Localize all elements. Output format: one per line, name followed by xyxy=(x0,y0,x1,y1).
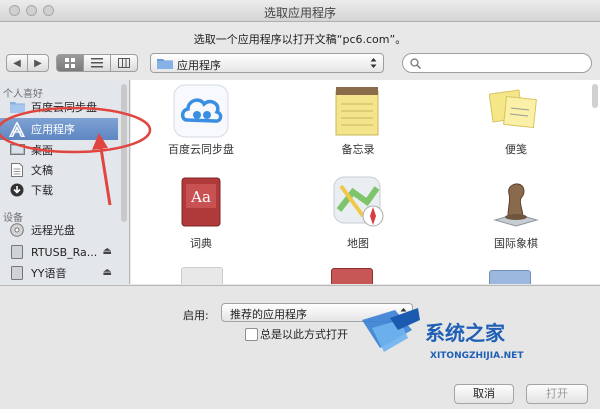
applications-grid: 百度云同步盘 备忘录 便笺 Aa 词典 地图 国际象棋 xyxy=(131,80,600,284)
chevron-updown-icon xyxy=(400,308,407,318)
enable-select[interactable]: 推荐的应用程序 xyxy=(221,303,413,322)
enable-select-value: 推荐的应用程序 xyxy=(230,308,307,321)
grid-icon xyxy=(65,58,75,68)
sidebar-item-label: 百度云同步盘 xyxy=(31,101,97,114)
chess-icon xyxy=(493,183,539,227)
dictionary-icon: Aa xyxy=(181,177,221,227)
desktop-icon xyxy=(9,143,25,157)
always-open-checkbox[interactable] xyxy=(245,328,258,341)
app-item-partial[interactable] xyxy=(331,268,373,284)
sidebar-scrollbar[interactable] xyxy=(121,84,127,222)
app-label: 便笺 xyxy=(505,143,527,156)
cancel-button[interactable]: 取消 xyxy=(454,384,514,404)
notes-icon xyxy=(335,87,379,136)
dialog-prompt: 选取一个应用程序以打开文稿“pc6.com”。 xyxy=(193,33,407,46)
title-bar: 选取应用程序 xyxy=(0,0,600,22)
list-view-button[interactable] xyxy=(83,54,111,72)
forward-button[interactable]: ▶ xyxy=(27,54,49,72)
app-label: 百度云同步盘 xyxy=(168,143,234,156)
eject-icon[interactable]: ⏏ xyxy=(103,267,112,278)
options-panel: 启用: 推荐的应用程序 总是以此方式打开 取消 打开 xyxy=(0,285,600,409)
sidebar-item-yy-voice[interactable]: YY语音 ⏏ xyxy=(0,263,118,283)
sidebar: 个人喜好 百度云同步盘 应用程序 桌面 文稿 下载 设备 远程光盘 RTUSB_… xyxy=(0,80,130,284)
downloads-icon xyxy=(9,183,25,197)
sidebar-item-baidu-sync[interactable]: 百度云同步盘 xyxy=(0,97,118,117)
folder-icon xyxy=(9,100,25,114)
eject-icon[interactable]: ⏏ xyxy=(103,246,112,257)
remote-disc-icon xyxy=(9,223,25,237)
maps-icon xyxy=(333,176,384,227)
back-button[interactable]: ◀ xyxy=(6,54,28,72)
toolbar: ◀ ▶ 应用程序 xyxy=(0,48,600,78)
column-view-button[interactable] xyxy=(110,54,138,72)
baidu-cloud-icon xyxy=(173,84,229,138)
app-label: 地图 xyxy=(347,237,369,250)
back-icon: ◀ xyxy=(13,57,21,69)
location-label: 应用程序 xyxy=(177,59,221,72)
sidebar-item-remote-disc[interactable]: 远程光盘 xyxy=(0,220,118,240)
chevron-updown-icon xyxy=(370,58,377,68)
icon-view-button[interactable] xyxy=(56,54,84,72)
sidebar-item-label: 远程光盘 xyxy=(31,224,75,237)
sidebar-item-desktop[interactable]: 桌面 xyxy=(0,140,118,160)
sidebar-item-applications[interactable]: 应用程序 xyxy=(0,118,118,140)
enable-label: 启用: xyxy=(183,309,209,322)
sidebar-item-label: 应用程序 xyxy=(31,123,75,136)
app-label: 国际象棋 xyxy=(494,237,538,250)
app-item-partial[interactable] xyxy=(181,267,223,284)
open-button[interactable]: 打开 xyxy=(526,384,588,404)
always-open-label: 总是以此方式打开 xyxy=(260,328,348,341)
documents-icon xyxy=(9,163,25,177)
applications-folder-icon xyxy=(157,59,173,69)
drive-icon xyxy=(9,266,25,280)
grid-scrollbar[interactable] xyxy=(592,84,598,108)
drive-icon xyxy=(9,245,25,259)
columns-icon xyxy=(118,58,130,68)
sidebar-item-rtusb[interactable]: RTUSB_Ra... ⏏ xyxy=(0,242,118,262)
sidebar-item-label: 文稿 xyxy=(31,164,53,177)
location-popup[interactable]: 应用程序 xyxy=(150,53,384,73)
list-icon xyxy=(91,58,103,68)
sidebar-item-label: 桌面 xyxy=(31,144,53,157)
window-title: 选取应用程序 xyxy=(263,6,336,20)
applications-icon xyxy=(9,121,25,137)
sidebar-item-downloads[interactable]: 下载 xyxy=(0,180,118,200)
app-item-partial[interactable] xyxy=(489,270,531,284)
forward-icon: ▶ xyxy=(34,57,42,69)
app-label: 备忘录 xyxy=(341,143,375,156)
stickies-icon xyxy=(489,89,537,129)
sidebar-item-label: 下载 xyxy=(31,184,53,197)
app-label: 词典 xyxy=(190,237,212,250)
search-icon xyxy=(410,58,421,69)
search-field[interactable] xyxy=(402,53,592,73)
sidebar-item-label: YY语音 xyxy=(31,267,67,280)
sidebar-item-documents[interactable]: 文稿 xyxy=(0,160,118,180)
dictionary-icon-text: Aa xyxy=(190,188,211,206)
sidebar-item-label: RTUSB_Ra... xyxy=(31,245,98,259)
